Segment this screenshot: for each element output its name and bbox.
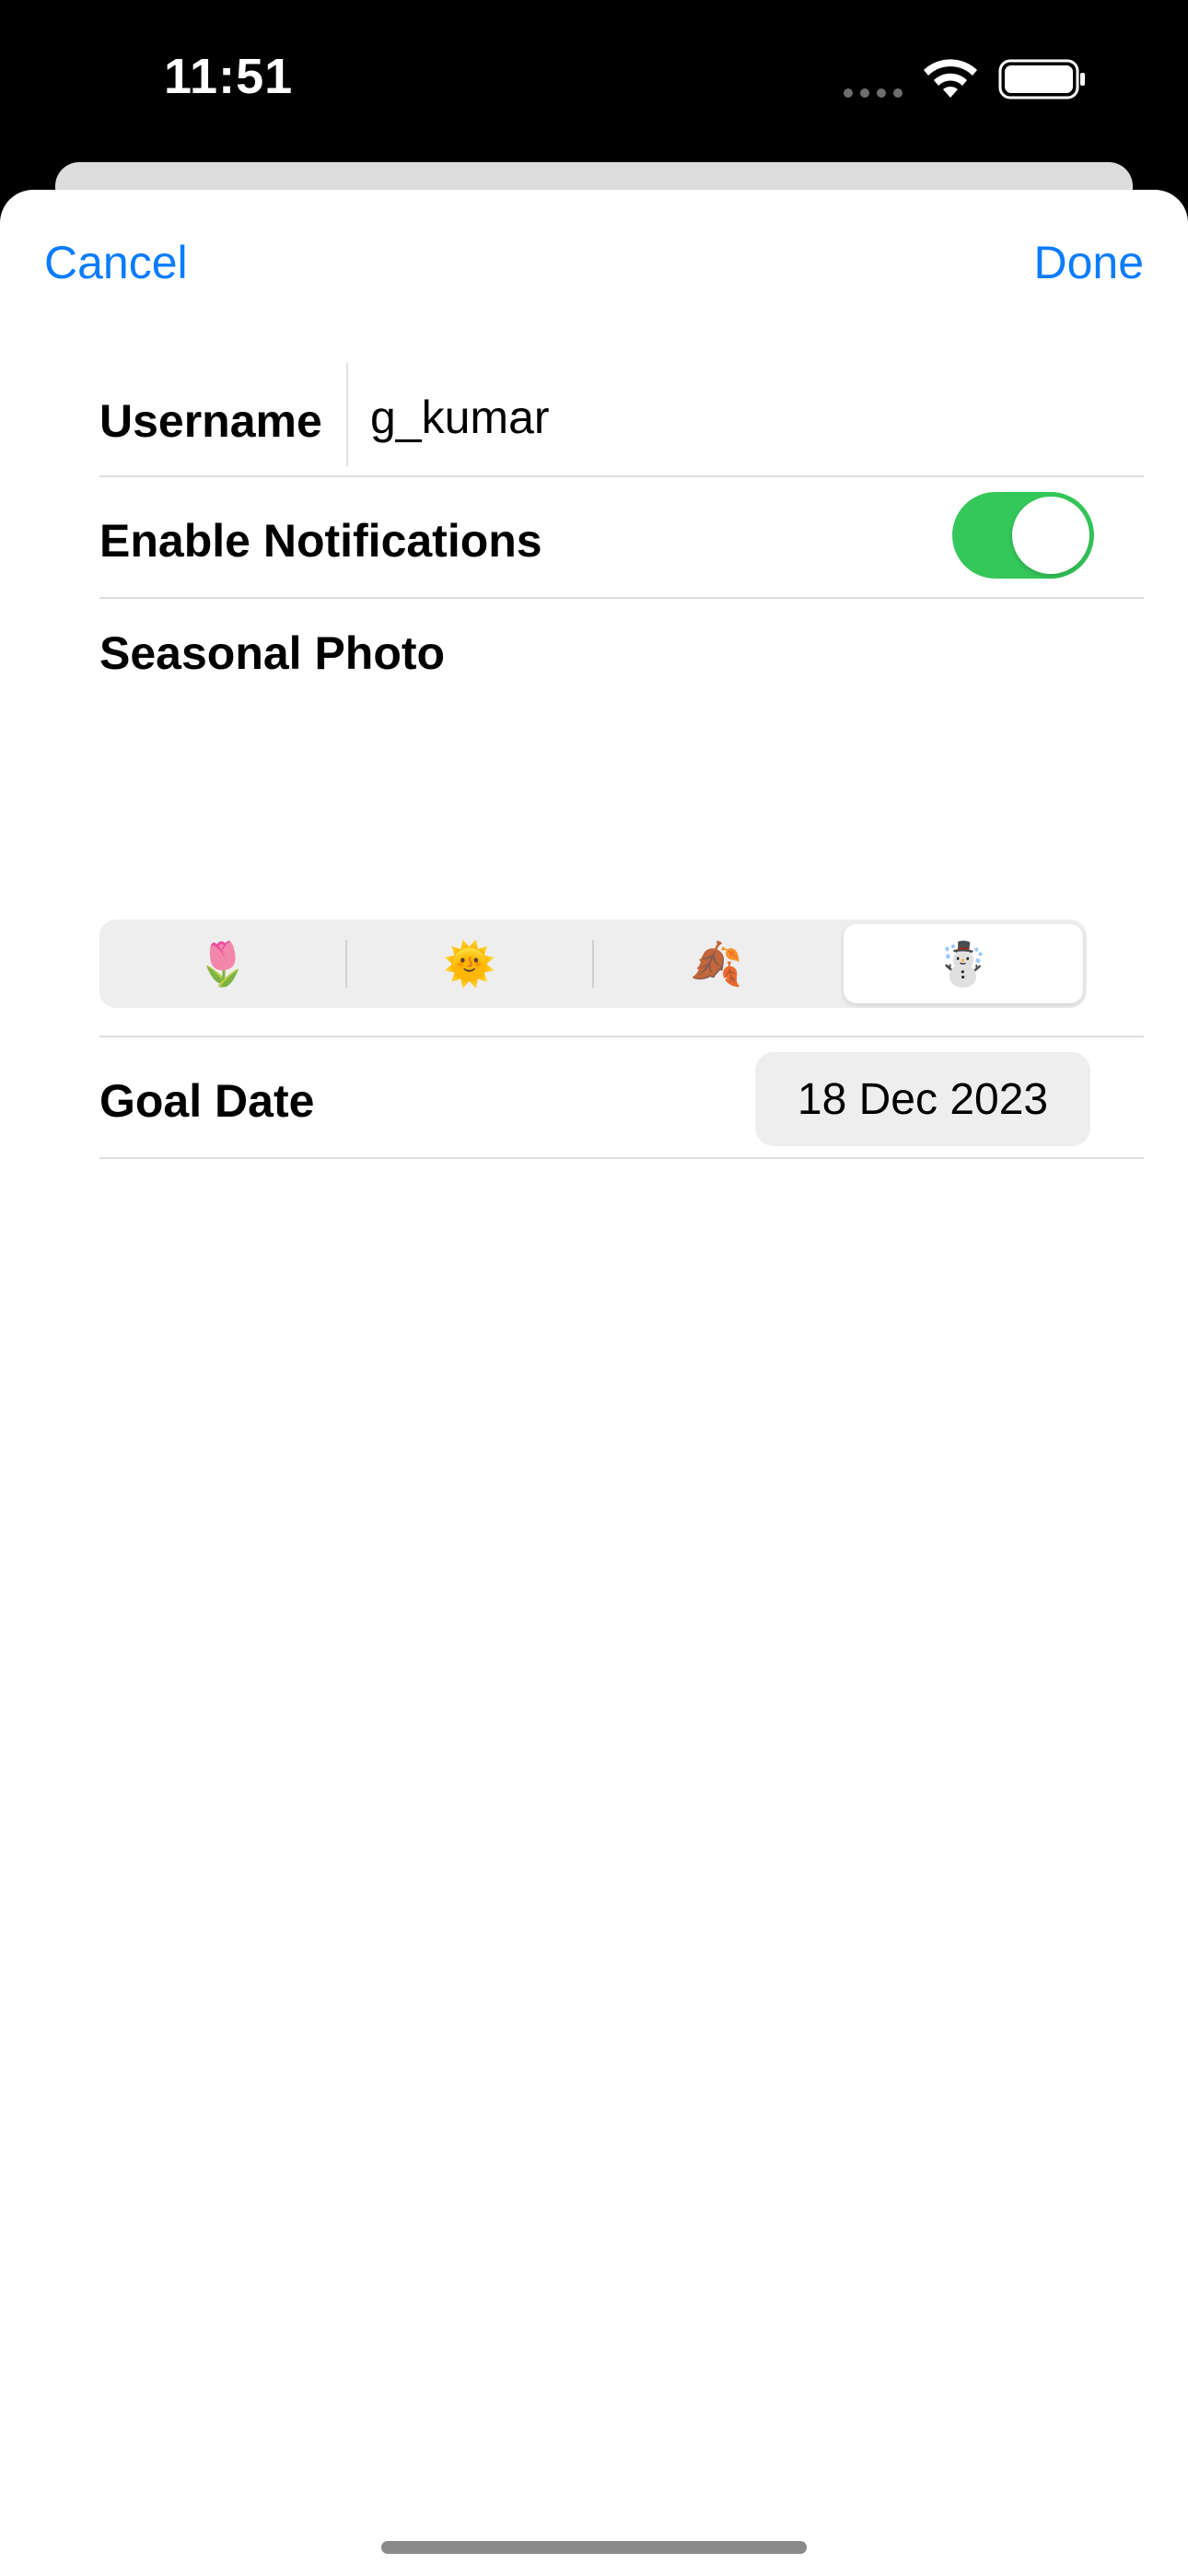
goal-date-label: Goal Date bbox=[99, 1075, 315, 1127]
goal-date-picker[interactable]: 18 Dec 2023 bbox=[755, 1052, 1090, 1146]
status-time: 11:51 bbox=[164, 49, 294, 104]
username-divider bbox=[346, 363, 348, 466]
username-label: Username bbox=[99, 395, 322, 447]
username-row: Username bbox=[99, 356, 1144, 477]
wifi-icon bbox=[924, 59, 977, 98]
segment-winter[interactable]: ☃️ bbox=[844, 924, 1083, 1003]
segment-spring[interactable]: 🌷 bbox=[99, 919, 346, 1008]
notifications-row: Enable Notifications bbox=[99, 477, 1144, 599]
goal-date-row: Goal Date 18 Dec 2023 bbox=[99, 1037, 1144, 1159]
done-button[interactable]: Done bbox=[1033, 236, 1144, 289]
notifications-label: Enable Notifications bbox=[99, 515, 542, 567]
home-indicator[interactable] bbox=[381, 2541, 807, 2554]
cancel-button[interactable]: Cancel bbox=[44, 236, 188, 289]
settings-sheet: Cancel Done Username Enable Notification… bbox=[0, 190, 1188, 2576]
signal-dots-icon bbox=[844, 88, 904, 98]
segment-autumn[interactable]: 🍂 bbox=[593, 919, 840, 1008]
seasonal-photo-label: Seasonal Photo bbox=[99, 627, 446, 679]
seasonal-segmented-control: 🌷 🌞 🍂 ☃️ bbox=[99, 919, 1087, 1008]
battery-icon bbox=[998, 59, 1085, 100]
status-bar: 11:51 bbox=[0, 0, 1188, 166]
username-input[interactable] bbox=[370, 383, 1107, 451]
seasonal-photo-row: Seasonal Photo 🌷 🌞 🍂 ☃️ bbox=[99, 599, 1144, 1037]
notifications-toggle[interactable] bbox=[952, 492, 1094, 579]
toggle-knob bbox=[1012, 497, 1089, 574]
segment-summer[interactable]: 🌞 bbox=[346, 919, 593, 1008]
